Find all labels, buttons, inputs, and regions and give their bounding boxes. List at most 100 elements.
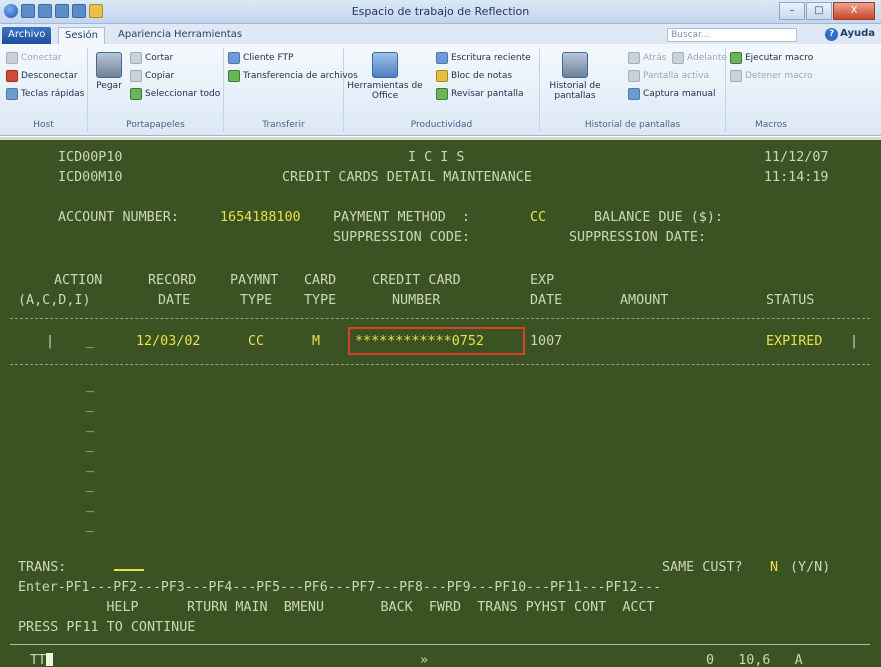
- row-bar-right: |: [850, 334, 859, 349]
- group-host: Conectar Desconectar Teclas rápidas Host: [0, 48, 88, 132]
- keyboard-icon: [6, 88, 18, 100]
- window-title: Espacio de trabajo de Reflection: [351, 5, 530, 18]
- header-record: RECORD: [148, 273, 197, 288]
- help-icon: ?: [825, 28, 839, 41]
- program-id: ICD00P10: [58, 150, 123, 165]
- empty-action-field[interactable]: _: [86, 478, 94, 493]
- ftp-client-button[interactable]: Cliente FTP: [228, 52, 293, 64]
- row-bar-left: |: [46, 334, 55, 349]
- group-productivity: Herramientas de Office Escritura recient…: [344, 48, 540, 132]
- header-exp: EXP: [530, 273, 555, 288]
- run-macro-icon: [730, 52, 742, 64]
- manual-capture-button[interactable]: Captura manual: [628, 88, 716, 100]
- recent-typing-button[interactable]: Escritura reciente: [436, 52, 531, 64]
- spell-check-button[interactable]: Revisar pantalla: [436, 88, 523, 100]
- empty-action-field[interactable]: _: [86, 518, 94, 533]
- run-macro-button[interactable]: Ejecutar macro: [730, 52, 813, 64]
- select-all-label: Seleccionar todo: [145, 89, 221, 99]
- spell-check-label: Revisar pantalla: [451, 89, 524, 99]
- connect-button[interactable]: Conectar: [6, 52, 62, 64]
- disconnect-icon: [6, 70, 18, 82]
- stop-macro-icon: [730, 70, 742, 82]
- header-exp-date: DATE: [530, 293, 563, 308]
- forward-label: Adelante: [687, 53, 728, 63]
- copy-button[interactable]: Copiar: [130, 70, 174, 82]
- row-record-date: 12/03/02: [136, 334, 201, 349]
- terminal-screen[interactable]: ICD00P10 ICD00M10 I C I S CREDIT CARDS D…: [0, 137, 881, 667]
- back-label: Atrás: [643, 53, 667, 63]
- empty-action-field[interactable]: _: [86, 458, 94, 473]
- header-credit-card: CREDIT CARD: [372, 273, 461, 288]
- tab-file[interactable]: Archivo: [2, 27, 52, 44]
- tab-session[interactable]: Sesión: [58, 27, 105, 44]
- group-label-transfer: Transferir: [262, 120, 305, 130]
- dashed-separator-top: [10, 318, 870, 319]
- search-input[interactable]: Buscar...: [667, 28, 797, 42]
- group-label-clipboard: Portapapeles: [126, 120, 185, 130]
- notepad-icon: [436, 70, 448, 82]
- select-all-button[interactable]: Seleccionar todo: [130, 88, 220, 100]
- stop-macro-button[interactable]: Detener macro: [730, 70, 813, 82]
- office-tools-button[interactable]: Herramientas de Office: [346, 52, 424, 101]
- message-line: PRESS PF11 TO CONTINUE: [18, 620, 196, 635]
- header-card-type: TYPE: [304, 293, 337, 308]
- paste-button[interactable]: Pegar: [94, 52, 124, 91]
- active-screen-label: Pantalla activa: [643, 71, 709, 81]
- group-label-screen-history: Historial de pantallas: [584, 120, 681, 130]
- empty-action-field[interactable]: _: [86, 418, 94, 433]
- maximize-button[interactable]: □: [806, 2, 832, 20]
- file-transfer-button[interactable]: Transferencia de archivos: [228, 70, 358, 82]
- header-paymnt: PAYMNT: [230, 273, 279, 288]
- cut-button[interactable]: Cortar: [130, 52, 173, 64]
- row-exp-date: 1007: [530, 334, 563, 349]
- disconnect-button[interactable]: Desconectar: [6, 70, 78, 82]
- screen-history-button[interactable]: Historial de pantallas: [542, 52, 608, 101]
- help-button[interactable]: ? Ayuda: [825, 28, 875, 41]
- ribbon-tabs: Archivo Sesión Apariencia Herramientas B…: [0, 24, 881, 44]
- empty-action-field[interactable]: _: [86, 498, 94, 513]
- office-tools-icon: [372, 52, 398, 78]
- group-label-macros: Macros: [755, 120, 787, 130]
- payment-method-value: CC: [530, 210, 547, 225]
- copy-icon: [130, 70, 142, 82]
- header-credit-card-number: NUMBER: [392, 293, 441, 308]
- scissors-icon: [130, 52, 142, 64]
- spell-check-icon: [436, 88, 448, 100]
- notepad-button[interactable]: Bloc de notas: [436, 70, 512, 82]
- screen-time: 11:14:19: [764, 170, 829, 185]
- group-clipboard: Pegar Cortar Copiar Seleccionar todo Por…: [88, 48, 224, 132]
- system-name: I C I S: [408, 150, 465, 165]
- active-screen-icon: [628, 70, 640, 82]
- forward-arrow-icon: [672, 52, 684, 64]
- active-screen-button[interactable]: Pantalla activa: [628, 70, 709, 82]
- pf-key-line: Enter-PF1---PF2---PF3---PF4---PF5---PF6-…: [18, 580, 662, 595]
- help-label: Ayuda: [840, 28, 875, 39]
- card-number-highlight-box: [348, 327, 525, 355]
- row-card-type: M: [312, 334, 321, 349]
- recent-typing-icon: [436, 52, 448, 64]
- connect-label: Conectar: [21, 53, 62, 63]
- trans-input[interactable]: [114, 560, 144, 575]
- empty-action-field[interactable]: _: [86, 438, 94, 453]
- account-number-label: ACCOUNT NUMBER:: [58, 210, 179, 225]
- header-status: STATUS: [766, 293, 815, 308]
- forward-button[interactable]: Adelante: [672, 52, 727, 64]
- same-cust-label: SAME CUST?: [662, 560, 743, 575]
- notepad-label: Bloc de notas: [451, 71, 513, 81]
- group-label-host: Host: [33, 120, 54, 130]
- hotkeys-button[interactable]: Teclas rápidas: [6, 88, 84, 100]
- same-cust-value[interactable]: N: [770, 560, 778, 575]
- recent-typing-label: Escritura reciente: [451, 53, 531, 63]
- header-action-codes: (A,C,D,I): [18, 293, 91, 308]
- empty-action-field[interactable]: _: [86, 378, 94, 393]
- tab-tools[interactable]: Herramientas: [168, 27, 248, 44]
- run-macro-label: Ejecutar macro: [745, 53, 814, 63]
- back-button[interactable]: Atrás: [628, 52, 666, 64]
- status-separator: [10, 644, 870, 645]
- screen-history-label: Historial de pantallas: [549, 81, 601, 101]
- minimize-button[interactable]: –: [779, 2, 805, 20]
- close-button[interactable]: X: [833, 2, 875, 20]
- empty-action-field[interactable]: _: [86, 398, 94, 413]
- group-transfer: Cliente FTP Transferencia de archivos Tr…: [224, 48, 358, 132]
- row-action-field[interactable]: _: [86, 334, 94, 349]
